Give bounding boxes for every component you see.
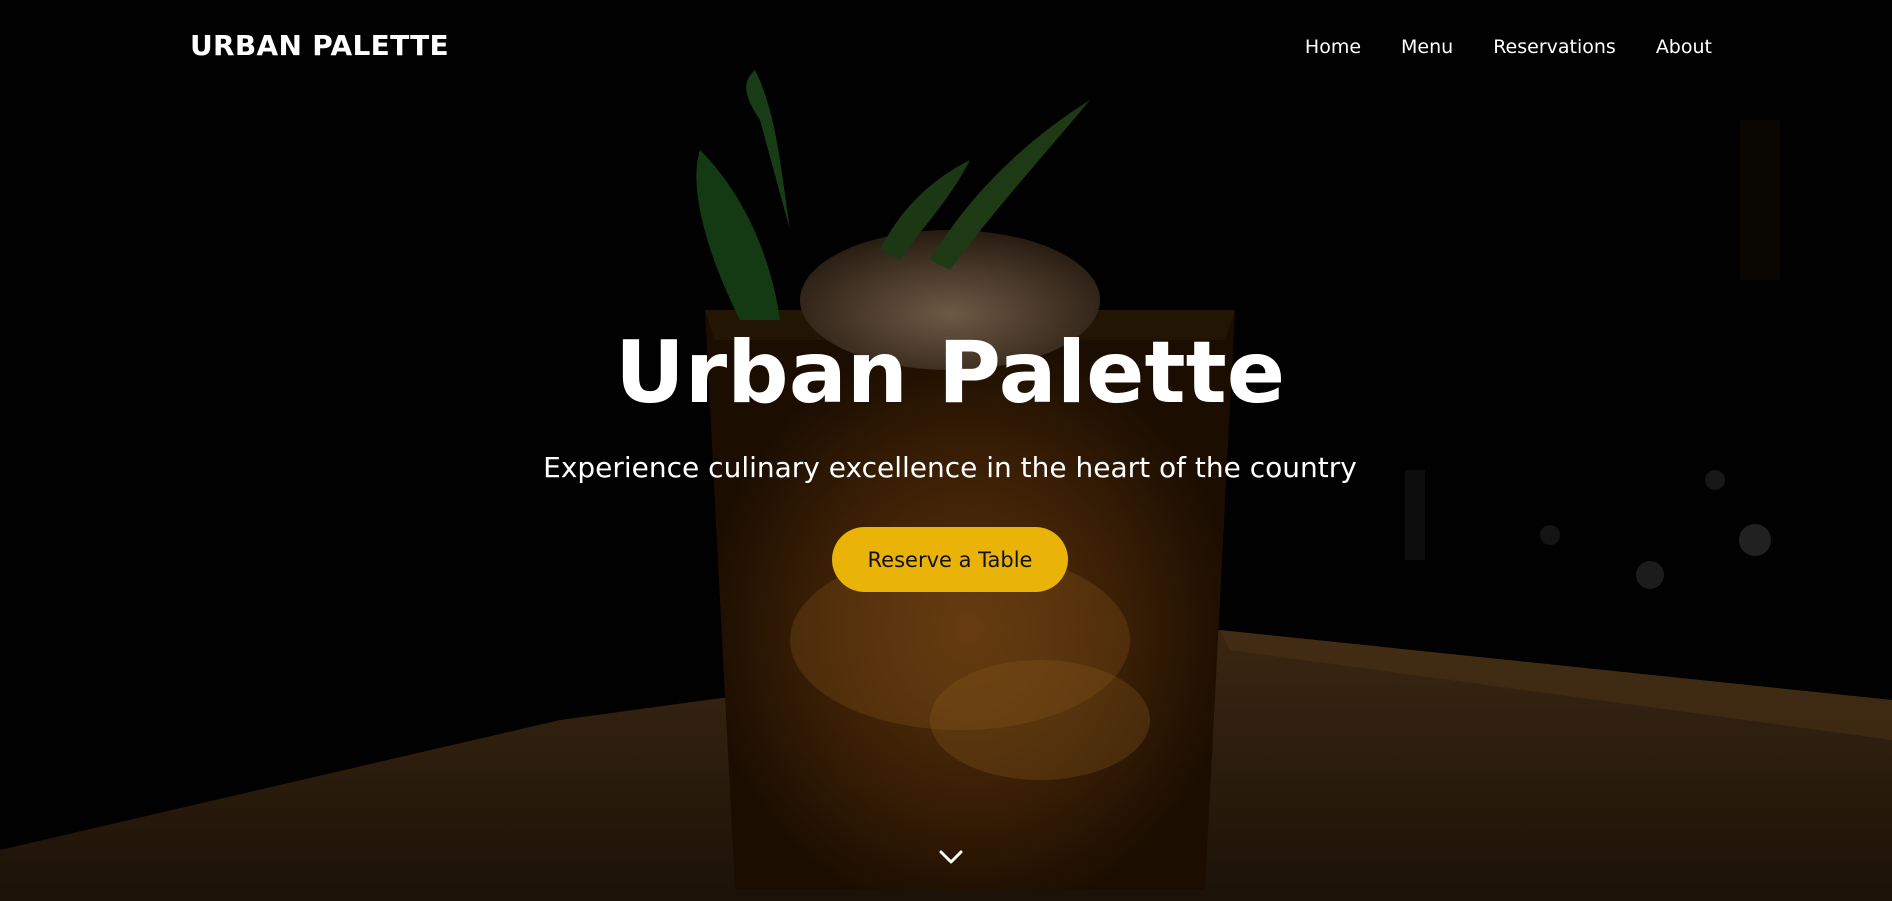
reserve-table-button[interactable]: Reserve a Table xyxy=(832,527,1068,592)
hero-content: Urban Palette Experience culinary excell… xyxy=(0,318,1892,592)
chevron-down-icon[interactable] xyxy=(937,845,965,869)
hero-section: URBAN PALETTE Home Menu Reservations Abo… xyxy=(0,0,1892,901)
nav-link-home[interactable]: Home xyxy=(1305,36,1361,58)
hero-subtitle: Experience culinary excellence in the he… xyxy=(543,451,1357,484)
nav-links: Home Menu Reservations About xyxy=(1305,36,1712,58)
nav-link-menu[interactable]: Menu xyxy=(1401,36,1453,58)
brand-logo[interactable]: URBAN PALETTE xyxy=(190,29,449,62)
nav-link-reservations[interactable]: Reservations xyxy=(1493,36,1616,58)
nav-link-about[interactable]: About xyxy=(1656,36,1712,58)
top-navbar: URBAN PALETTE Home Menu Reservations Abo… xyxy=(0,0,1892,96)
hero-title: Urban Palette xyxy=(614,323,1286,423)
